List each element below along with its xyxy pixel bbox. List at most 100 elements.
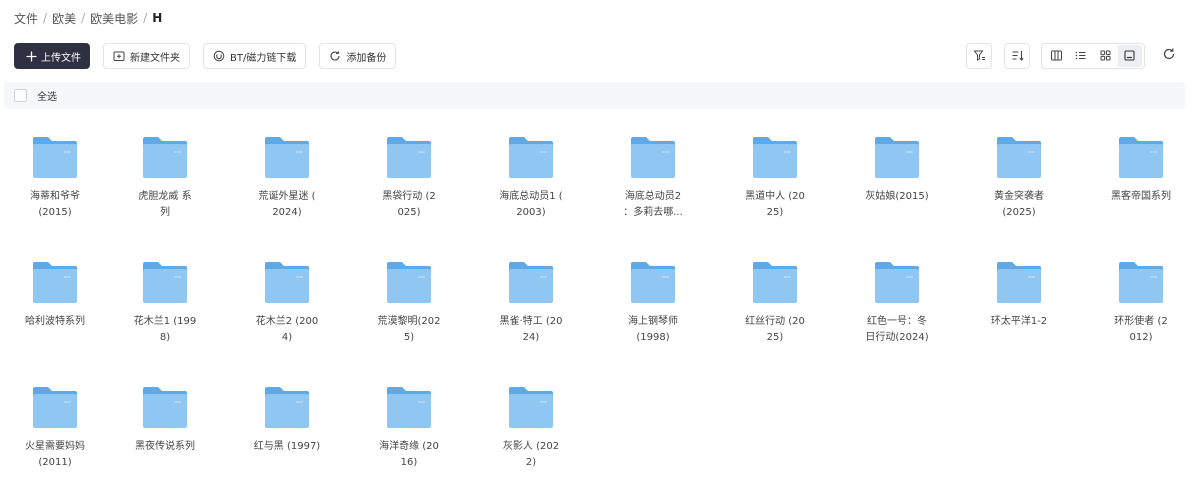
folder-icon xyxy=(629,133,677,181)
folder-item[interactable]: 火星需要妈妈 (2011) xyxy=(0,375,110,493)
folder-item[interactable]: 海洋奇缘 (20 16) xyxy=(354,375,464,493)
folder-name: 花木兰2 (200 4) xyxy=(255,316,319,343)
folder-item[interactable]: 荒诞外星迷 ( 2024) xyxy=(232,125,342,243)
breadcrumb-separator: / xyxy=(143,11,148,25)
folder-icon xyxy=(507,258,555,306)
folder-item[interactable]: 灰影人 (202 2) xyxy=(476,375,586,493)
folder-name: 环太平洋1-2 xyxy=(990,316,1048,327)
upload-button-label: 上传文件 xyxy=(41,52,81,64)
view-mode-switcher xyxy=(1041,43,1145,69)
folder-item[interactable]: 花木兰1 (199 8) xyxy=(110,250,220,368)
filter-button[interactable] xyxy=(966,43,992,69)
filter-icon xyxy=(973,47,986,66)
toolbar: 上传文件 新建文件夹 BT/磁力链下载 添加备份 xyxy=(14,43,409,69)
folder-grid: 海蒂和爷爷 (2015) 虎胆龙威 系 列 荒诞外星迷 ( 2024) 黑袋行动 (2… xyxy=(0,0,1200,496)
add-backup-button[interactable]: 添加备份 xyxy=(319,43,397,69)
folder-icon xyxy=(31,133,79,181)
folder-icon xyxy=(751,133,799,181)
folder-name: 荒漠黎明(202 5) xyxy=(377,316,441,343)
folder-name: 海底总动员1 ( 2003) xyxy=(499,191,563,218)
folder-name: 环形使者 (2 012) xyxy=(1114,316,1168,343)
breadcrumb-item-western[interactable]: 欧美 xyxy=(52,10,76,27)
folder-name: 灰影人 (202 2) xyxy=(502,441,560,468)
view-columns-button[interactable] xyxy=(1044,45,1069,67)
folder-item[interactable]: 红丝行动 (20 25) xyxy=(720,250,830,368)
new-folder-button[interactable]: 新建文件夹 xyxy=(103,43,190,69)
folder-item[interactable]: 花木兰2 (200 4) xyxy=(232,250,342,368)
bt-magnet-download-button-label: BT/磁力链下载 xyxy=(230,52,297,64)
folder-item[interactable]: 红与黑 (1997) xyxy=(232,375,342,493)
folder-icon xyxy=(31,383,79,431)
folder-item[interactable]: 黑道中人 (20 25) xyxy=(720,125,830,243)
folder-name: 黑客帝国系列 xyxy=(1111,191,1171,202)
folder-name: 红与黑 (1997) xyxy=(253,441,321,452)
folder-name: 红色一号：冬 日行动(2024) xyxy=(865,316,929,343)
folder-name: 灰姑娘(2015) xyxy=(865,191,929,202)
folder-item[interactable]: 黑夜传说系列 xyxy=(110,375,220,493)
folder-plus-icon xyxy=(113,50,125,62)
breadcrumb-separator: / xyxy=(43,11,48,25)
bt-magnet-download-button[interactable]: BT/磁力链下载 xyxy=(203,43,307,69)
view-grid-button[interactable] xyxy=(1093,45,1118,67)
folder-icon xyxy=(141,383,189,431)
folder-name: 虎胆龙威 系 列 xyxy=(138,191,192,218)
folder-item[interactable]: 黑袋行动 (2 025) xyxy=(354,125,464,243)
folder-icon xyxy=(1117,258,1165,306)
folder-name: 黑袋行动 (2 025) xyxy=(382,191,436,218)
folder-item[interactable]: 灰姑娘(2015) xyxy=(842,125,952,243)
folder-icon xyxy=(507,133,555,181)
folder-icon xyxy=(141,133,189,181)
folder-name: 海蒂和爷爷 (2015) xyxy=(30,191,80,218)
folder-item[interactable]: 环太平洋1-2 xyxy=(964,250,1074,368)
refresh-icon xyxy=(1162,46,1176,65)
folder-icon xyxy=(263,383,311,431)
folder-item[interactable]: 海底总动员2 ：多莉去哪... xyxy=(598,125,708,243)
folder-item[interactable]: 红色一号：冬 日行动(2024) xyxy=(842,250,952,368)
view-list-button[interactable] xyxy=(1069,45,1094,67)
plus-icon xyxy=(25,50,37,62)
refresh-button[interactable] xyxy=(1161,47,1177,63)
folder-item[interactable]: 海蒂和爷爷 (2015) xyxy=(0,125,110,243)
folder-name: 花木兰1 (199 8) xyxy=(133,316,197,343)
view-thumbnail-button[interactable] xyxy=(1117,45,1142,67)
folder-name: 黑雀·特工 (20 24) xyxy=(499,316,563,343)
select-all-label: 全选 xyxy=(37,92,57,103)
folder-icon xyxy=(31,258,79,306)
folder-name: 红丝行动 (20 25) xyxy=(745,316,805,343)
breadcrumb: 文件 / 欧美 / 欧美电影 / H xyxy=(14,9,162,27)
folder-name: 海上钢琴师 (1998) xyxy=(628,316,678,343)
folder-icon xyxy=(385,258,433,306)
thumbnail-view-icon xyxy=(1123,47,1136,66)
select-all-checkbox[interactable] xyxy=(14,89,27,102)
folder-icon xyxy=(1117,133,1165,181)
sort-icon xyxy=(1011,47,1024,66)
breadcrumb-item-western-movies[interactable]: 欧美电影 xyxy=(90,10,138,27)
folder-item[interactable]: 虎胆龙威 系 列 xyxy=(110,125,220,243)
folder-item[interactable]: 黑雀·特工 (20 24) xyxy=(476,250,586,368)
folder-item[interactable]: 环形使者 (2 012) xyxy=(1086,250,1196,368)
new-folder-button-label: 新建文件夹 xyxy=(130,52,180,64)
folder-icon xyxy=(507,383,555,431)
breadcrumb-separator: / xyxy=(81,11,86,25)
folder-icon xyxy=(385,133,433,181)
folder-item[interactable]: 海底总动员1 ( 2003) xyxy=(476,125,586,243)
folder-icon xyxy=(263,258,311,306)
folder-item[interactable]: 黑客帝国系列 xyxy=(1086,125,1196,243)
upload-button[interactable]: 上传文件 xyxy=(14,43,90,69)
folder-item[interactable]: 黄金突袭者 (2025) xyxy=(964,125,1074,243)
columns-view-icon xyxy=(1050,47,1063,66)
folder-name: 哈利波特系列 xyxy=(25,316,85,327)
folder-item[interactable]: 海上钢琴师 (1998) xyxy=(598,250,708,368)
folder-item[interactable]: 荒漠黎明(202 5) xyxy=(354,250,464,368)
folder-name: 荒诞外星迷 ( 2024) xyxy=(258,191,316,218)
breadcrumb-item-current: H xyxy=(152,11,163,25)
folder-item[interactable]: 哈利波特系列 xyxy=(0,250,110,368)
sort-button[interactable] xyxy=(1004,43,1030,69)
folder-icon xyxy=(995,133,1043,181)
folder-icon xyxy=(141,258,189,306)
breadcrumb-item-files[interactable]: 文件 xyxy=(14,10,38,27)
folder-icon xyxy=(873,133,921,181)
folder-name: 黑夜传说系列 xyxy=(135,441,195,452)
folder-icon xyxy=(263,133,311,181)
folder-icon xyxy=(995,258,1043,306)
